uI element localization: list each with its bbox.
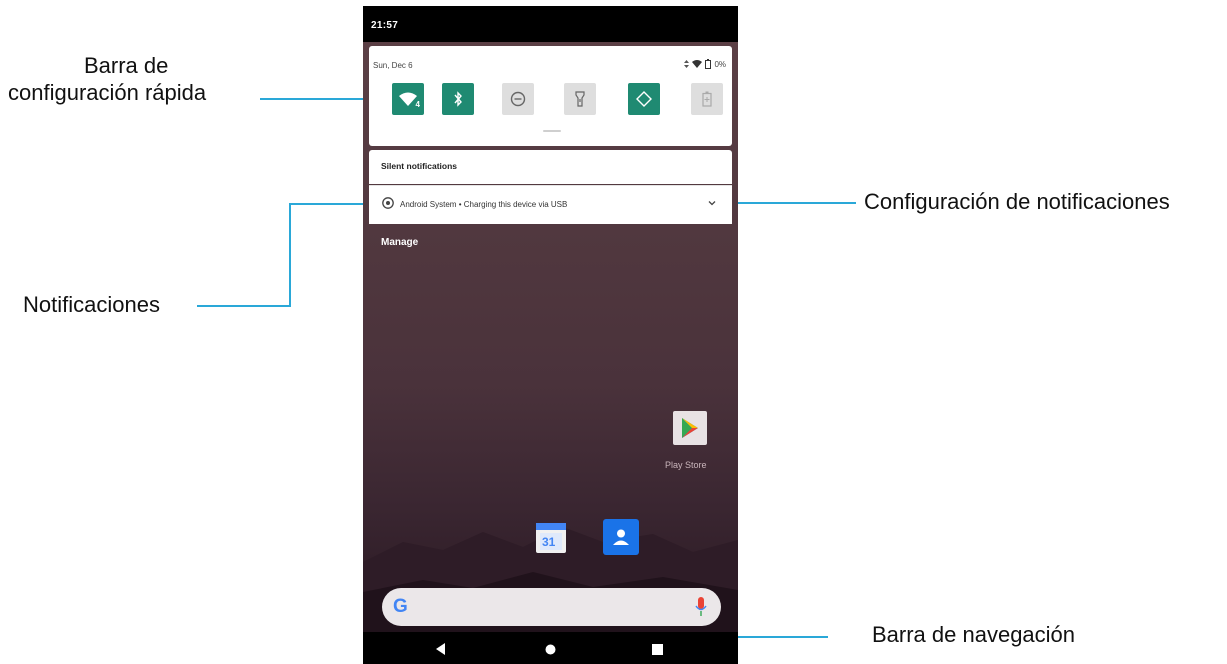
callout-navigation-bar: Barra de navegación [872, 622, 1076, 647]
callout-quick-settings-line1: Barra de [84, 53, 169, 78]
microphone-icon[interactable] [695, 597, 707, 617]
play-store-app[interactable] [673, 411, 707, 445]
do-not-disturb-tile[interactable] [502, 83, 534, 115]
android-system-icon [382, 197, 394, 209]
manage-notifications-button[interactable]: Manage [381, 237, 418, 248]
notification-message: Charging this device via USB [463, 200, 568, 209]
callout-quick-settings-line2: configuración rápida [8, 80, 207, 105]
wifi-status-icon [692, 60, 703, 68]
chevron-down-icon[interactable] [706, 197, 718, 209]
battery-status-icon [705, 59, 712, 69]
auto-rotate-tile[interactable] [628, 83, 660, 115]
callout-notifications: Notificaciones [23, 292, 160, 317]
notification-section-header: Silent notifications [369, 150, 732, 184]
do-not-disturb-icon [510, 91, 526, 107]
callout-line-notifications-h1 [197, 305, 290, 307]
battery-percentage: 0% [714, 59, 726, 69]
google-search-bar[interactable]: G [382, 588, 721, 626]
bluetooth-icon [454, 91, 462, 107]
qs-expand-handle[interactable] [543, 130, 561, 132]
google-logo-icon: G [393, 596, 408, 617]
phone-screen: 21:57 Sun, Dec 6 0% 4 Silent notificatio… [363, 6, 738, 664]
battery-saver-tile[interactable] [691, 83, 723, 115]
wifi-tile-badge: 4 [415, 100, 420, 109]
home-button[interactable] [540, 639, 560, 659]
silent-notifications-title: Silent notifications [381, 161, 458, 171]
calendar-app[interactable]: 31 [534, 521, 568, 555]
battery-saver-icon [702, 91, 712, 107]
calendar-day: 31 [542, 535, 556, 549]
recents-button[interactable] [647, 639, 667, 659]
flashlight-tile[interactable] [564, 83, 596, 115]
contacts-app[interactable] [603, 519, 639, 555]
home-icon [545, 644, 555, 654]
qs-date: Sun, Dec 6 [373, 61, 413, 70]
quick-settings-panel: Sun, Dec 6 0% 4 [369, 46, 732, 146]
callout-notification-settings: Configuración de notificaciones [864, 189, 1170, 214]
back-icon [436, 643, 445, 655]
contacts-icon [613, 529, 629, 545]
status-bar: 21:57 [363, 6, 738, 42]
back-button[interactable] [431, 639, 451, 659]
wifi-icon [399, 92, 417, 106]
notification-item[interactable]: Android System • Charging this device vi… [369, 185, 732, 224]
play-store-label: Play Store [665, 460, 707, 470]
navigation-bar [363, 632, 738, 664]
notification-app-name: Android System [400, 200, 457, 209]
notification-text: Android System • Charging this device vi… [400, 200, 567, 209]
auto-rotate-icon [636, 91, 652, 107]
wifi-tile[interactable]: 4 [392, 83, 424, 115]
status-time: 21:57 [371, 20, 399, 31]
qs-status-icons: 0% [684, 59, 726, 69]
notification-separator: • [458, 200, 462, 209]
flashlight-icon [575, 91, 585, 107]
callout-line-notifications-v [289, 203, 291, 307]
play-store-icon [682, 418, 698, 438]
data-arrows-icon [684, 60, 690, 68]
recents-icon [651, 643, 663, 655]
bluetooth-tile[interactable] [442, 83, 474, 115]
